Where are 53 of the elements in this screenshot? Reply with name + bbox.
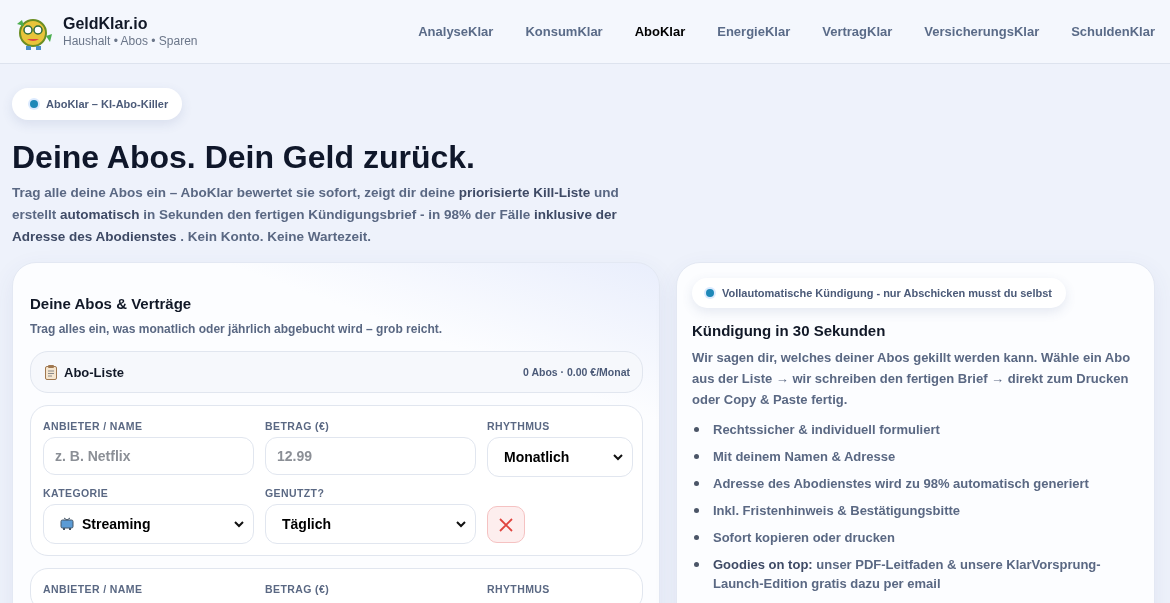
input-field[interactable]: 12.99 — [265, 437, 476, 475]
dot-icon — [704, 287, 716, 299]
field-label: RHYTHMUS — [487, 420, 551, 432]
bullet-text: Inkl. Fristenhinweis & Bestätigungsbitte — [713, 502, 961, 520]
field-label: BETRAG (€) — [265, 583, 331, 595]
select-field[interactable]: Täglich — [265, 504, 476, 544]
nav-link[interactable]: VertragKlar — [806, 24, 909, 39]
bullet-text: Goodies on top: unser PDF-Leitfaden & unsere KlarVorsprung-Launch-Edition gratis dazu per email — [713, 556, 1102, 593]
field-label: BETRAG (€) — [265, 420, 331, 432]
field-label: RHYTHMUS — [487, 583, 551, 595]
close-icon — [499, 517, 513, 532]
caret-icon — [455, 519, 467, 529]
field-label: ANBIETER / NAME — [43, 583, 144, 595]
caret-icon — [612, 452, 624, 462]
bullet-text: Mit deinem Namen & Adresse — [713, 448, 896, 466]
tv-icon — [60, 517, 74, 531]
page-title: Deine Abos. Dein Geld zurück. — [12, 138, 476, 176]
card-subtitle: Trag alles ein, was monatlich oder jährlich abgebucht wird – grob reicht. — [30, 322, 444, 336]
select-field[interactable]: Streaming — [43, 504, 254, 544]
bullet-icon — [694, 427, 699, 432]
list-title: Abo-Liste — [64, 364, 124, 380]
card-title: Kündigung in 30 Sekunden — [692, 322, 887, 339]
intro-text: Trag alle deine Abos ein – AboKlar bewertet sie sofort, zeigt dir deine priorisierte Kill-Liste und erstellt automatisch in Sekunden den fertigen Kündigungsbrief - in 98% der Fälle inklusive der Adresse des Abodienstes . Kein Konto. Keine Wartezeit. — [12, 184, 620, 246]
list-summary: 0 Abos · 0.00 €/Monat — [523, 366, 630, 378]
nav-link[interactable]: SchuldenKlar — [1055, 24, 1155, 39]
description-text: Wir sagen dir, welches deiner Abos gekillt werden kann. Wähle ein Abo aus der Liste → wir schreiben den fertigen Brief → direkt zum Drucken oder Copy & Paste fertig. — [692, 349, 1132, 409]
brand-tagline: Haushalt • Abos • Sparen — [63, 34, 198, 48]
badge-text: AboKlar – KI-Abo-Killer — [46, 98, 169, 110]
input-field[interactable]: z. B. Netflix — [43, 437, 254, 475]
bullet-icon — [694, 481, 699, 486]
nav-link[interactable]: VersicherungsKlar — [908, 24, 1056, 39]
nav-link[interactable]: AboKlar — [618, 24, 702, 39]
bullet-text: Adresse des Abodienstes wird zu 98% automatisch generiert — [713, 475, 1089, 493]
bullet-icon — [694, 454, 699, 459]
dot-icon — [28, 98, 40, 110]
bullet-text: Rechtssicher & individuell formuliert — [713, 421, 940, 439]
field-label: GENUTZT? — [265, 487, 326, 499]
bullet-icon — [694, 535, 699, 540]
clipboard-icon — [45, 364, 57, 380]
nav-link[interactable]: AnalyseKlar — [402, 24, 510, 39]
field-label: KATEGORIE — [43, 487, 110, 499]
field-label: ANBIETER / NAME — [43, 420, 144, 432]
brand-name: GeldKlar.io — [63, 15, 149, 33]
delete-button[interactable] — [487, 506, 525, 543]
card-title: Deine Abos & Verträge — [30, 295, 193, 312]
select-field[interactable]: Monatlich — [487, 437, 633, 477]
nav-link[interactable]: KonsumKlar — [509, 24, 619, 39]
bullet-text: Sofort kopieren oder drucken — [713, 529, 896, 547]
nav-link[interactable]: EnergieKlar — [701, 24, 807, 39]
badge-text: Vollautomatische Kündigung - nur Abschicken musst du selbst — [722, 287, 1053, 299]
bullet-icon — [694, 562, 699, 567]
caret-icon — [233, 519, 245, 529]
bullet-icon — [694, 508, 699, 513]
